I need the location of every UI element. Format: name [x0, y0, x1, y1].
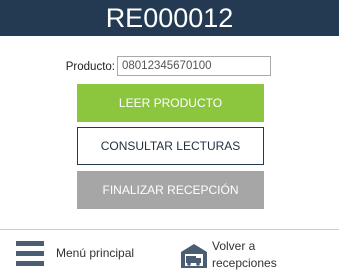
consult-readings-button-label: CONSULTAR LECTURAS — [100, 139, 241, 153]
footer-divider — [0, 229, 339, 230]
read-product-button-label: LEER PRODUCTO — [118, 96, 223, 110]
page-title: RE000012 — [105, 3, 234, 33]
consult-readings-button[interactable]: CONSULTAR LECTURAS — [77, 127, 264, 165]
back-to-receptions-label: Volver a recepciones — [212, 239, 277, 270]
warehouse-truck-icon — [180, 241, 208, 269]
finish-reception-button-label: FINALIZAR RECEPCIÓN — [102, 183, 239, 197]
product-input[interactable] — [117, 56, 271, 76]
back-to-receptions-link[interactable]: Volver a recepciones — [180, 237, 330, 275]
finish-reception-button[interactable]: FINALIZAR RECEPCIÓN — [77, 171, 264, 209]
menu-icon — [16, 239, 44, 267]
product-label: Producto: — [65, 61, 115, 73]
header-bar: RE000012 — [0, 0, 339, 36]
main-menu-label: Menú principal — [56, 246, 135, 260]
product-row: Producto: — [0, 56, 339, 78]
main-menu-link[interactable]: Menú principal — [16, 237, 156, 271]
read-product-button[interactable]: LEER PRODUCTO — [77, 84, 264, 122]
